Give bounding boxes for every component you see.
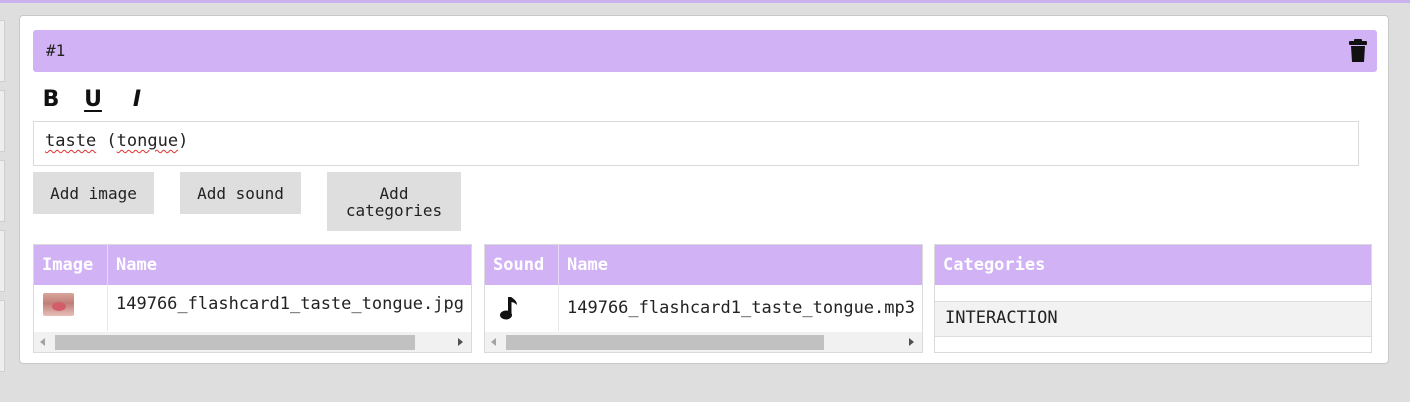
sound-file-name: 149766_flashcard1_taste_tongue.mp3 — [567, 298, 915, 318]
left-side-tabs — [0, 20, 5, 380]
scrollbar-thumb[interactable] — [55, 335, 415, 350]
side-tab[interactable] — [0, 300, 5, 372]
table-header: Image Name — [34, 245, 471, 285]
text-word: taste — [45, 131, 97, 151]
trash-icon[interactable] — [1349, 37, 1367, 63]
column-divider — [107, 285, 108, 331]
text-punct: ( — [96, 131, 117, 151]
horizontal-scrollbar[interactable] — [485, 332, 922, 352]
table-header: Sound Name — [485, 245, 922, 285]
side-tab[interactable] — [0, 160, 5, 222]
column-header-name: Name — [116, 255, 157, 275]
side-tab[interactable] — [0, 230, 5, 292]
card-text-input[interactable]: taste (tongue) — [33, 121, 1359, 166]
column-header-name: Name — [567, 255, 608, 275]
flashcard-editor-card: #1 B U I taste (tongue) Add image Add so… — [19, 15, 1389, 364]
underline-button[interactable]: U — [82, 86, 104, 114]
music-note-icon[interactable] — [499, 295, 519, 321]
table-row[interactable]: INTERACTION — [935, 301, 1371, 337]
scroll-right-arrow-icon[interactable] — [909, 338, 914, 346]
side-tab[interactable] — [0, 20, 5, 82]
card-header: #1 — [33, 30, 1377, 72]
card-id-label: #1 — [46, 41, 66, 60]
column-header-image: Image — [42, 255, 94, 275]
horizontal-scrollbar[interactable] — [34, 332, 471, 352]
side-tab[interactable] — [0, 90, 5, 152]
column-divider — [558, 245, 559, 285]
categories-table: Categories INTERACTION — [934, 244, 1372, 353]
top-accent-line — [0, 0, 1410, 3]
add-sound-button[interactable]: Add sound — [180, 172, 301, 214]
scroll-left-arrow-icon[interactable] — [491, 338, 496, 346]
scrollbar-thumb[interactable] — [506, 335, 824, 350]
column-header-sound: Sound — [493, 255, 545, 275]
add-image-button[interactable]: Add image — [33, 172, 154, 214]
column-header-categories: Categories — [943, 255, 1046, 275]
tongue-thumbnail[interactable] — [43, 293, 74, 316]
scroll-left-arrow-icon[interactable] — [40, 338, 45, 346]
add-categories-button[interactable]: Add categories — [327, 172, 461, 231]
table-header: Categories — [935, 245, 1371, 285]
bold-button[interactable]: B — [40, 86, 62, 114]
column-divider — [107, 245, 108, 285]
image-table: Image Name 149766_flashcard1_taste_tongu… — [33, 244, 472, 353]
image-file-name: 149766_flashcard1_taste_tongue.jpg — [116, 294, 464, 314]
sound-table: Sound Name 149766_flashcard1_taste_tongu… — [484, 244, 923, 353]
italic-button[interactable]: I — [126, 86, 148, 114]
category-name: INTERACTION — [945, 308, 1058, 328]
scroll-right-arrow-icon[interactable] — [458, 338, 463, 346]
text-punct: ) — [178, 131, 189, 151]
column-divider — [558, 285, 559, 331]
text-word: tongue — [116, 131, 179, 151]
